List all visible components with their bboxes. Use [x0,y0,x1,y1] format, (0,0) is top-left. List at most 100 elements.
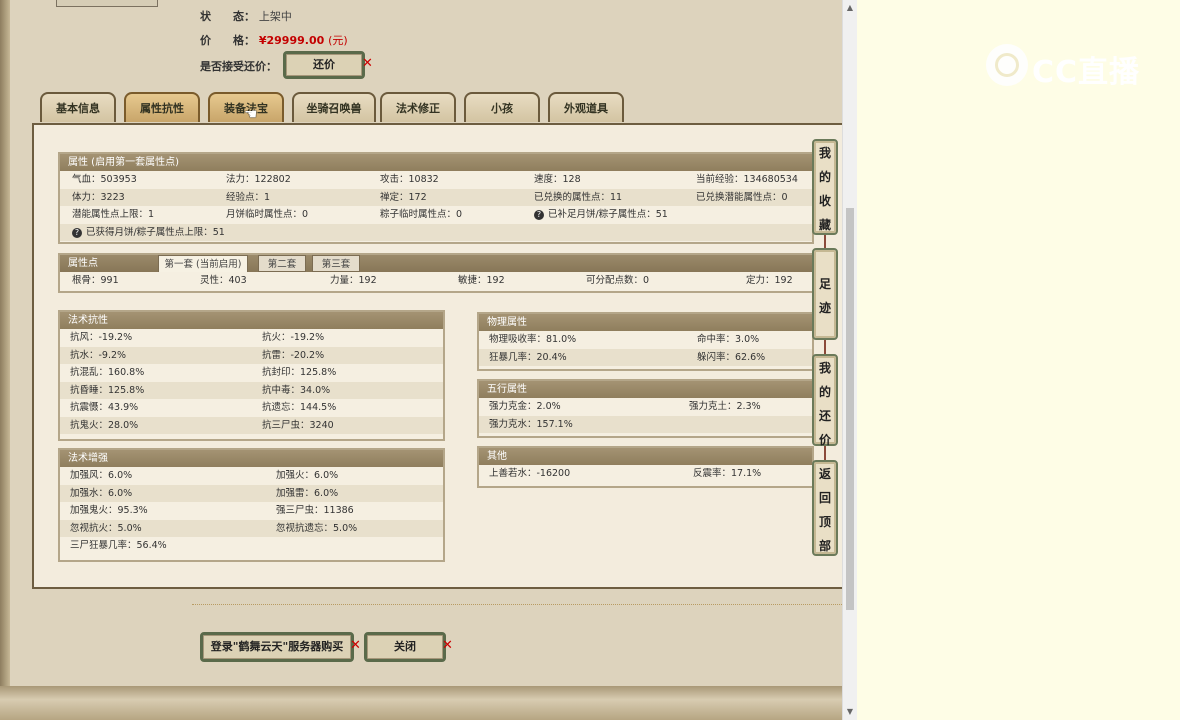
table-row: 忽视抗火：5.0% 忽视抗遗忘：5.0% [60,519,443,537]
enhance-cell: 加强火：6.0% [276,470,339,481]
tab-set-two[interactable]: 第二套 [258,255,306,272]
attr-cell: 已兑换的属性点：11 [534,191,623,203]
sidebar-char: 部 [818,539,831,553]
enhance-cell: 加强水：6.0% [70,487,133,499]
attributes-section: 属性 (启用第一套属性点) 气血：503953 法力：122802 攻击：108… [58,152,814,244]
table-row: 抗水：-9.2% 抗雷：-20.2% [60,346,443,364]
sidebar-char: 的 [818,385,831,399]
table-row: 抗昏睡：125.8% 抗中毒：34.0% [60,381,443,399]
sidebar-char: 价 [818,433,831,447]
close-x-icon: ✕ [362,56,373,71]
table-row: 物理吸收率：81.0% 命中率：3.0% [479,331,812,349]
my-offers-button[interactable]: 我 的 还 价 [812,354,838,447]
other-section: 其他 上善若水：-16200 反震率：17.1% [477,446,814,488]
trade-window: 状 态： 上架中 价 格： ¥29999.00 (元) 是否接受还价： 还价 ✕… [0,0,856,720]
table-row: 抗震慑：43.9% 抗遗忘：144.5% [60,399,443,417]
physical-section: 物理属性 物理吸收率：81.0% 命中率：3.0% 狂暴几率：20.4% 躲闪率：6… [477,312,814,371]
close-x-icon: ✕ [442,638,453,653]
attr-cell: 禅定：172 [380,191,427,203]
scrollbar-thumb[interactable] [846,208,854,610]
table-row: 三尸狂暴几率：56.4% [60,537,443,555]
sidebar-char: 藏 [818,218,831,232]
table-row: 加强水：6.0% 加强雷：6.0% [60,484,443,502]
five-elements-section: 五行属性 强力克金：2.0% 强力克土：2.3% 强力克水：157.1% [477,379,814,438]
attr-cell: 粽子临时属性点：0 [380,209,463,220]
enhance-cell: 忽视抗火：5.0% [70,522,142,534]
status-value: 上架中 [258,10,292,23]
tab-appearance[interactable]: 外观道具 [548,92,624,122]
tab-child[interactable]: 小孩 [464,92,540,122]
physical-title: 物理属性 [479,314,812,331]
resist-cell: 抗中毒：34.0% [262,384,331,396]
table-row: 加强风：6.0% 加强火：6.0% [60,467,443,485]
attr-cell: 已兑换潜能属性点：0 [696,191,788,203]
table-row: 潜能属性点上限：1 月饼临时属性点：0 粽子临时属性点：0 ? 已补足月饼/粽子属… [60,206,812,224]
table-row: 强力克水：157.1% [479,415,812,433]
table-row: 根骨：991 灵性：403 力量：192 敏捷：192 可分配点数：0 定力：1… [60,272,812,290]
window-frame-bottom [0,686,845,720]
scroll-up-icon[interactable]: ▲ [843,0,857,16]
back-to-top-button[interactable]: 返 回 顶 部 [812,460,838,556]
resist-cell: 抗风：-19.2% [70,332,133,343]
vertical-scrollbar[interactable]: ▲ ▼ [842,0,857,720]
cursor-hand-icon: ☚ [244,105,258,123]
table-row: 体力：3223 经验点：1 禅定：172 已兑换的属性点：11 已兑换潜能属性点… [60,188,812,206]
resist-cell: 抗火：-19.2% [262,332,325,343]
attr-point-cell: 可分配点数：0 [586,275,650,286]
attr-cell-text: 已获得月饼/粽子属性点上限：51 [86,226,225,238]
attr-points-section: 属性点 第一套 (当前启用) 第二套 第三套 根骨：991 灵性：403 力量：… [58,253,814,293]
sidebar-char: 的 [818,170,831,184]
attr-point-cell: 敏捷：192 [458,275,505,286]
status-label: 状 态： [200,10,255,23]
attributes-title: 属性 (启用第一套属性点) [60,154,812,171]
other-cell: 上善若水：-16200 [489,468,571,479]
resist-cell: 抗昏睡：125.8% [70,384,145,396]
sidebar-char: 顶 [818,515,831,529]
price-value: ¥29999.00 [258,34,325,47]
divider [192,604,842,605]
resist-cell: 抗雷：-20.2% [262,349,325,361]
window-frame-left [0,0,10,700]
sidebar-char: 迹 [818,301,831,315]
scroll-down-icon[interactable]: ▼ [843,704,857,720]
footprints-button[interactable]: 足 迹 [812,248,838,340]
spell-enhance-section: 法术增强 加强风：6.0% 加强火：6.0% 加强水：6.0% 加强雷：6.0% 加… [58,448,445,562]
counter-offer-row: 是否接受还价： [200,58,277,74]
tab-mount-summon[interactable]: 坐骑召唤兽 [292,92,376,122]
close-button[interactable]: 关闭 [364,632,446,662]
attr-point-cell: 根骨：991 [72,275,119,286]
tab-attribute-resist[interactable]: 属性抗性 [124,92,200,122]
attr-cell: 攻击：10832 [380,174,439,185]
element-cell: 强力克土：2.3% [689,401,761,412]
favorites-button[interactable]: 我 的 收 藏 [812,139,838,235]
enhance-cell: 忽视抗遗忘：5.0% [276,522,358,534]
resist-cell: 抗三尸虫：3240 [262,419,334,431]
status-row: 状 态： 上架中 [200,8,292,24]
question-icon[interactable]: ? [534,210,544,220]
five-elements-title: 五行属性 [479,381,812,398]
login-purchase-button[interactable]: 登录"鹤舞云天"服务器购买 [200,632,354,662]
enhance-cell: 加强雷：6.0% [276,487,339,499]
tab-spell-modify[interactable]: 法术修正 [380,92,456,122]
attr-cell: 当前经验：134680534 [696,174,798,185]
tab-set-one[interactable]: 第一套 (当前启用) [158,255,248,272]
table-row: 强力克金：2.0% 强力克土：2.3% [479,398,812,416]
logo-inner [995,53,1019,77]
table-row: 抗风：-19.2% 抗火：-19.2% [60,329,443,347]
counter-offer-button[interactable]: 还价 [283,51,365,79]
attr-cell: 法力：122802 [226,174,291,185]
table-row: 气血：503953 法力：122802 攻击：10832 速度：128 当前经验… [60,171,812,189]
resist-cell: 抗震慑：43.9% [70,402,139,413]
sidebar-char: 我 [818,361,831,375]
table-row: 加强鬼火：95.3% 强三尸虫：11386 [60,502,443,520]
tab-basic-info[interactable]: 基本信息 [40,92,116,122]
spell-resist-section: 法术抗性 抗风：-19.2% 抗火：-19.2% 抗水：-9.2% 抗雷：-20.2… [58,310,445,441]
question-icon[interactable]: ? [72,227,82,238]
attr-point-cell: 定力：192 [746,275,793,286]
resist-cell: 抗遗忘：144.5% [262,402,337,413]
tab-set-three[interactable]: 第三套 [312,255,360,272]
element-cell: 强力克水：157.1% [489,418,573,430]
spell-resist-title: 法术抗性 [60,312,443,329]
sidebar-char: 我 [818,146,831,160]
sidebar-char: 返 [818,467,831,481]
